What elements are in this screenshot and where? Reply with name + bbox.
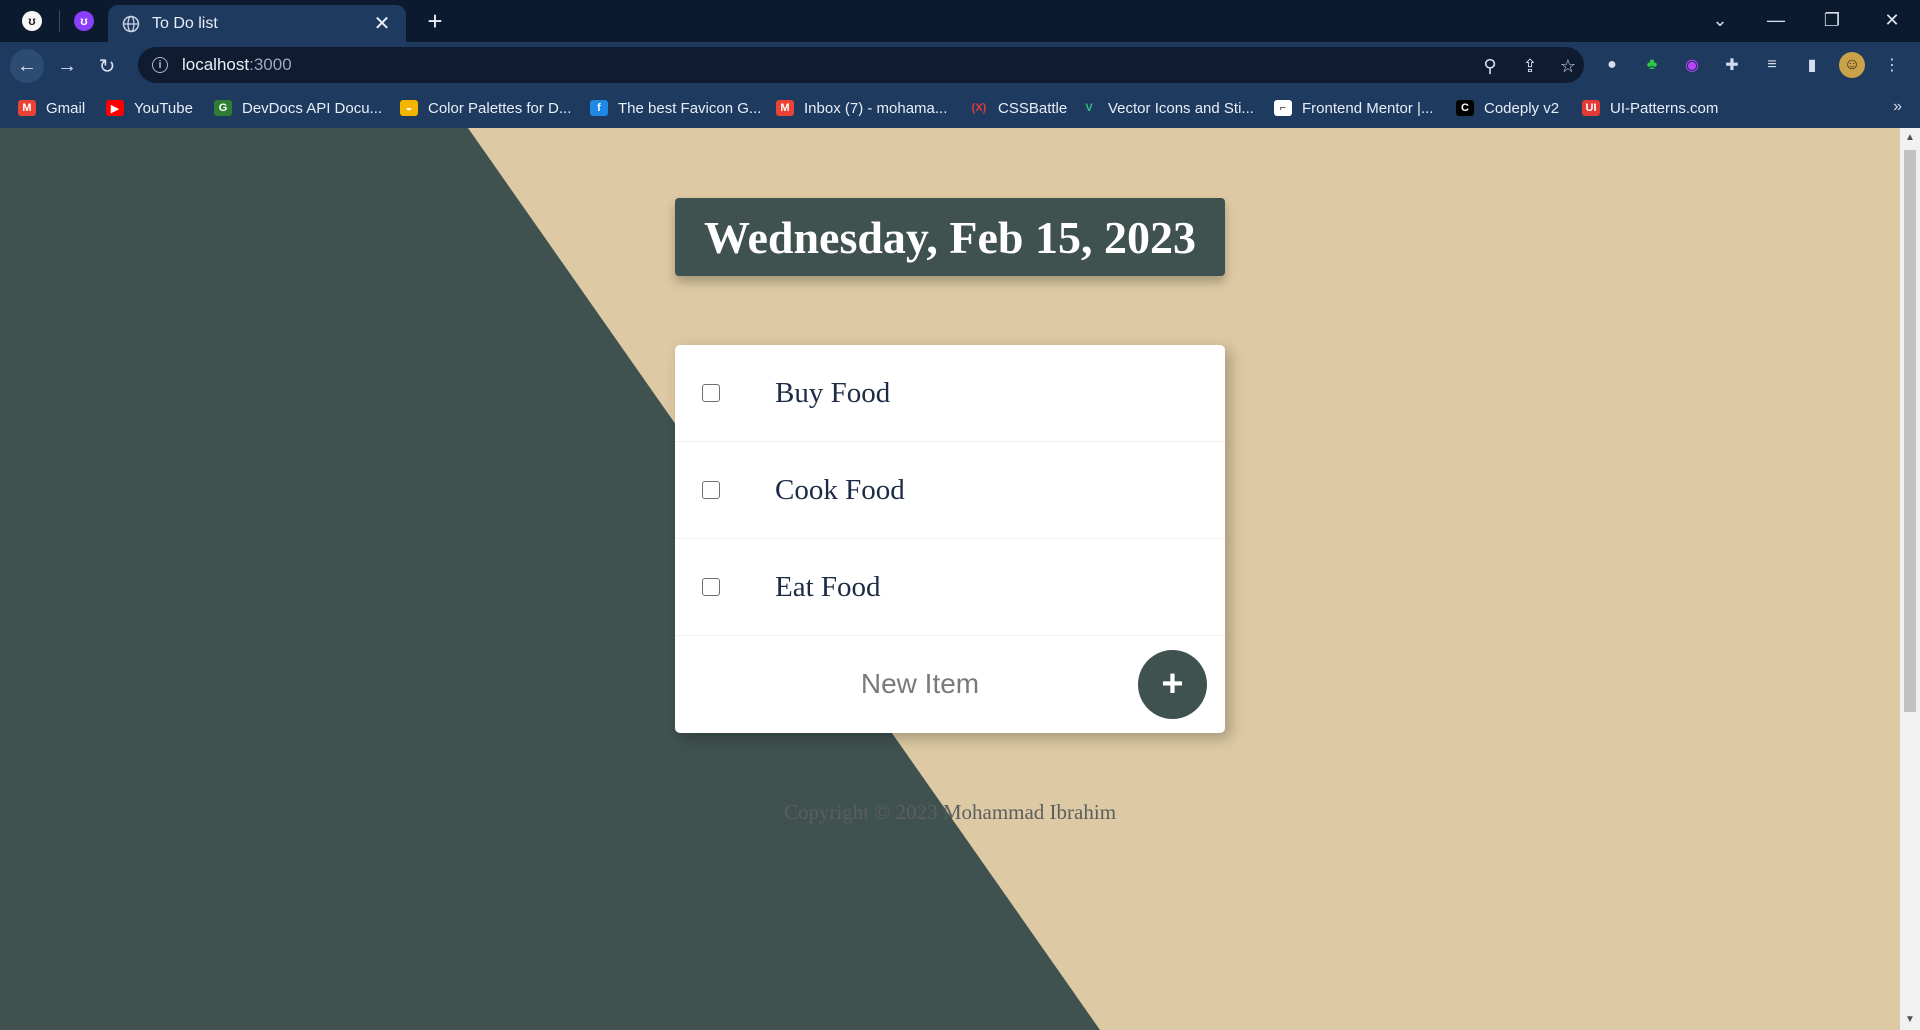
pinned-tab-2[interactable]: ʊ bbox=[56, 7, 112, 35]
reading-list-icon[interactable]: ≡ bbox=[1759, 52, 1785, 78]
add-item-button[interactable]: + bbox=[1138, 650, 1207, 719]
tab-strip: ʊ ʊ To Do list ✕ + ⌄ — ❐ ✕ bbox=[0, 0, 1920, 42]
new-item-row: New Item + bbox=[675, 636, 1225, 733]
vector-icons-icon: V bbox=[1085, 102, 1093, 114]
chevron-double-right-icon[interactable]: » bbox=[1893, 98, 1902, 116]
bookmark-star-icon[interactable]: ☆ bbox=[1556, 54, 1580, 78]
info-icon[interactable]: i bbox=[152, 57, 168, 73]
browser-toolbar: ← → ↻ i localhost:3000 ⚲ ⇪ ☆ ● ♣ ◉ ✚ ≡ ▮… bbox=[0, 42, 1920, 88]
bookmark-youtube[interactable]: ▶ YouTube bbox=[106, 96, 193, 120]
url-text: localhost:3000 bbox=[182, 55, 292, 74]
restore-button[interactable]: ❐ bbox=[1804, 0, 1860, 40]
date-header: Wednesday, Feb 15, 2023 bbox=[675, 198, 1225, 276]
codeply-icon: C bbox=[1456, 100, 1474, 116]
share-icon[interactable]: ⇪ bbox=[1518, 54, 1542, 78]
extension-icon[interactable]: ◉ bbox=[1679, 52, 1705, 78]
bookmark-color-palettes[interactable]: ◒ Color Palettes for D... bbox=[400, 96, 571, 120]
cssbattle-icon: (X) bbox=[971, 102, 987, 114]
tree-extension-icon[interactable]: ♣ bbox=[1639, 52, 1665, 78]
todo-label: Cook Food bbox=[775, 473, 905, 506]
todo-item: Buy Food bbox=[675, 345, 1225, 442]
bookmark-cssbattle[interactable]: (X) CSSBattle bbox=[970, 96, 1068, 120]
footer-copyright: Copyright © 2023 Mohammad Ibrahim bbox=[783, 800, 1117, 824]
pinned-tab-1[interactable]: ʊ bbox=[4, 7, 60, 35]
menu-kebab-icon[interactable]: ⋮ bbox=[1879, 52, 1905, 78]
zoom-icon[interactable]: ⚲ bbox=[1478, 54, 1502, 78]
extension-icon: ʊ bbox=[74, 11, 94, 31]
todo-checkbox[interactable] bbox=[702, 384, 720, 402]
todo-card: Buy Food Cook Food Eat Food New Item + bbox=[675, 345, 1225, 733]
tab-active[interactable]: To Do list ✕ bbox=[108, 5, 406, 42]
page-scrollbar[interactable]: ▲ ▼ bbox=[1900, 128, 1920, 1030]
frontend-mentor-icon: ⌐ bbox=[1274, 100, 1292, 116]
color-palettes-icon: ◒ bbox=[400, 100, 418, 116]
tab-search-icon[interactable]: ⌄ bbox=[1692, 0, 1748, 40]
tab-title: To Do list bbox=[152, 14, 218, 32]
globe-icon bbox=[122, 15, 140, 32]
bookmark-devdocs[interactable]: G DevDocs API Docu... bbox=[214, 96, 382, 120]
devdocs-icon: G bbox=[214, 100, 232, 116]
bookmark-inbox[interactable]: M Inbox (7) - mohama... bbox=[776, 96, 947, 120]
new-tab-button[interactable]: + bbox=[420, 8, 450, 36]
todo-checkbox[interactable] bbox=[702, 578, 720, 596]
address-bar[interactable]: i localhost:3000 ⚲ ⇪ ☆ bbox=[138, 47, 1584, 83]
close-icon[interactable]: ✕ bbox=[372, 11, 392, 36]
forward-button[interactable]: → bbox=[50, 49, 84, 83]
todo-label: Eat Food bbox=[775, 570, 881, 603]
reload-button[interactable]: ↻ bbox=[90, 49, 124, 83]
back-button[interactable]: ← bbox=[10, 49, 44, 83]
bookmark-codeply[interactable]: C Codeply v2 bbox=[1456, 96, 1559, 120]
bookmark-gmail[interactable]: M Gmail bbox=[18, 96, 85, 120]
side-panel-icon[interactable]: ▮ bbox=[1799, 52, 1825, 78]
scroll-down-icon[interactable]: ▼ bbox=[1904, 1014, 1916, 1026]
ui-patterns-icon: UI bbox=[1582, 100, 1600, 116]
puzzle-icon[interactable]: ✚ bbox=[1719, 52, 1745, 78]
bookmark-ui-patterns[interactable]: UI UI-Patterns.com bbox=[1582, 96, 1718, 120]
todo-label: Buy Food bbox=[775, 376, 891, 409]
extension-icon: ʊ bbox=[22, 11, 42, 31]
bookmarks-bar: M Gmail ▶ YouTube G DevDocs API Docu... ◒ Co… bbox=[0, 88, 1920, 128]
bookmark-favicon[interactable]: f The best Favicon G... bbox=[590, 96, 761, 120]
page-viewport: Wednesday, Feb 15, 2023 Buy Food Cook Fo… bbox=[0, 128, 1900, 1030]
new-item-input[interactable]: New Item bbox=[695, 658, 1145, 710]
todo-item: Cook Food bbox=[675, 442, 1225, 539]
gmail-icon: M bbox=[776, 100, 794, 116]
bookmark-frontend-mentor[interactable]: ⌐ Frontend Mentor |... bbox=[1274, 96, 1433, 120]
gmail-icon: M bbox=[18, 100, 36, 116]
scrollbar-thumb[interactable] bbox=[1904, 150, 1916, 712]
page-title: Wednesday, Feb 15, 2023 bbox=[703, 211, 1196, 263]
close-window-button[interactable]: ✕ bbox=[1864, 0, 1920, 40]
todo-checkbox[interactable] bbox=[702, 481, 720, 499]
bookmark-vector-icons[interactable]: V Vector Icons and Sti... bbox=[1080, 96, 1254, 120]
extension-icon[interactable]: ● bbox=[1599, 52, 1625, 78]
todo-item: Eat Food bbox=[675, 539, 1225, 636]
favicon-icon: f bbox=[590, 100, 608, 116]
youtube-icon: ▶ bbox=[106, 100, 124, 116]
avatar[interactable]: ☺ bbox=[1839, 52, 1865, 78]
scroll-up-icon[interactable]: ▲ bbox=[1904, 132, 1916, 144]
minimize-button[interactable]: — bbox=[1748, 0, 1804, 40]
